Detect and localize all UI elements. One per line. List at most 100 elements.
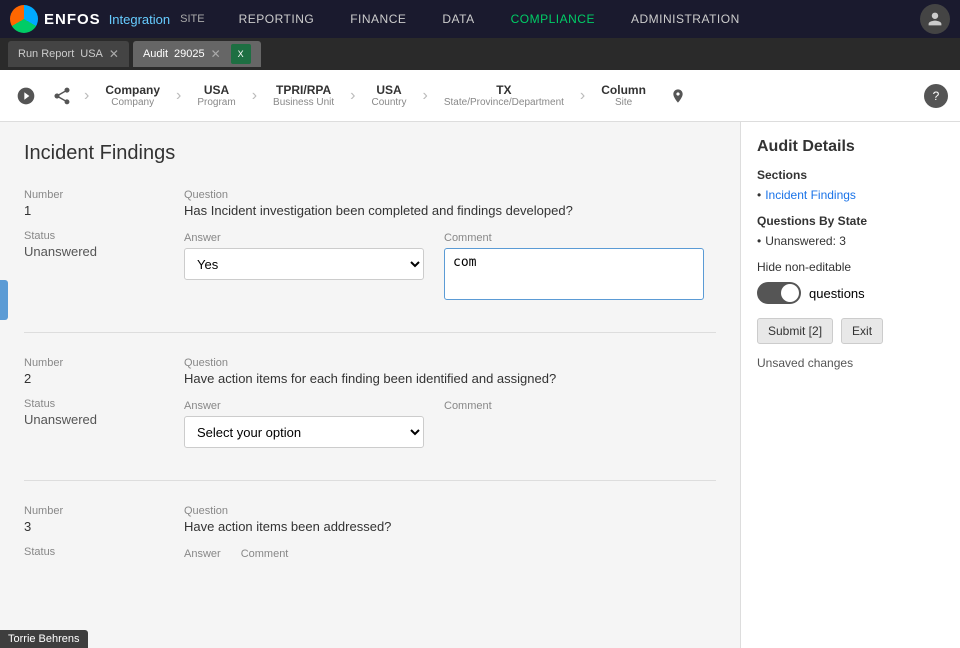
tooltip-bar: Torrie Behrens	[0, 630, 88, 648]
q3-inputs: Answer Comment	[184, 548, 716, 560]
q2-answer-group: Answer Select your option Yes No N/A	[184, 400, 424, 448]
q1-left: Number 1 Status Unanswered	[24, 189, 184, 300]
q2-question-label: Question	[184, 357, 716, 369]
nav-administration[interactable]: ADMINISTRATION	[613, 0, 758, 38]
unsaved-changes-text: Unsaved changes	[757, 356, 944, 370]
tab-run-report[interactable]: Run Report USA ✕	[8, 41, 129, 67]
user-icon[interactable]	[920, 4, 950, 34]
sidebar-incident-findings-link[interactable]: Incident Findings	[757, 188, 944, 202]
left-edge-tab[interactable]	[0, 280, 8, 320]
q2-left: Number 2 Status Unanswered	[24, 357, 184, 448]
sidebar-sections-label: Sections	[757, 168, 944, 182]
divider-2	[24, 480, 716, 481]
sidebar-title: Audit Details	[757, 138, 944, 156]
page-title: Incident Findings	[24, 142, 716, 165]
breadcrumb-column-label: Column	[601, 83, 646, 97]
q2-status-label: Status	[24, 398, 184, 410]
submit-button[interactable]: Submit [2]	[757, 318, 833, 344]
tab-audit-close[interactable]: ✕	[211, 47, 221, 61]
q3-question-label: Question	[184, 505, 716, 517]
exit-button[interactable]: Exit	[841, 318, 883, 344]
breadcrumb-tx-sublabel: State/Province/Department	[444, 97, 564, 108]
tab-run-report-tag: USA	[80, 48, 103, 60]
breadcrumb-column[interactable]: Column Site	[593, 83, 654, 108]
q1-question-text: Has Incident investigation been complete…	[184, 203, 716, 218]
q2-right: Question Have action items for each find…	[184, 357, 716, 448]
q3-answer-label: Answer	[184, 548, 221, 560]
sep2: ›	[176, 87, 181, 105]
content-area: Incident Findings Number 1 Status Unansw…	[0, 122, 740, 648]
q1-answer-select[interactable]: Yes No N/A	[184, 248, 424, 280]
q2-question-text: Have action items for each finding been …	[184, 371, 716, 386]
q2-answer-select[interactable]: Select your option Yes No N/A	[184, 416, 424, 448]
q1-comment-input[interactable]: com	[444, 248, 704, 300]
q3-status-label: Status	[24, 546, 184, 558]
breadcrumb-bar: › Company Company › USA Program › TPRI/R…	[0, 70, 960, 122]
tab-audit[interactable]: Audit 29025 ✕ X	[133, 41, 261, 67]
sidebar-hide-label: Hide non-editable	[757, 260, 944, 274]
nav-finance[interactable]: FINANCE	[332, 0, 424, 38]
sep6: ›	[580, 87, 585, 105]
question-block-1: Number 1 Status Unanswered Question Has …	[24, 189, 716, 300]
breadcrumb-column-sublabel: Site	[615, 97, 632, 108]
main-content: Incident Findings Number 1 Status Unansw…	[0, 122, 960, 648]
q3-question-text: Have action items been addressed?	[184, 519, 716, 534]
breadcrumb-company[interactable]: Company Company	[97, 83, 168, 108]
breadcrumb-tpri[interactable]: TPRI/RPA Business Unit	[265, 83, 342, 108]
q1-question-label: Question	[184, 189, 716, 201]
excel-icon[interactable]: X	[231, 44, 251, 64]
breadcrumb-usa-country[interactable]: USA Country	[364, 83, 415, 108]
q1-answer-label: Answer	[184, 232, 424, 244]
breadcrumb-usa-country-label: USA	[376, 83, 401, 97]
q1-status: Unanswered	[24, 244, 184, 259]
nav-compliance[interactable]: COMPLIANCE	[493, 0, 613, 38]
hide-questions-toggle[interactable]	[757, 282, 801, 304]
site-badge: SITE	[180, 13, 204, 25]
tab-run-report-label: Run Report	[18, 48, 74, 60]
help-icon[interactable]: ?	[924, 84, 948, 108]
q3-answer-group: Answer	[184, 548, 221, 560]
logo-area: ENFOS Integration SITE	[10, 5, 205, 33]
breadcrumb-company-label: Company	[105, 83, 160, 97]
sidebar-buttons: Submit [2] Exit	[757, 318, 944, 344]
nav-data[interactable]: DATA	[424, 0, 492, 38]
divider-1	[24, 332, 716, 333]
sep1: ›	[84, 87, 89, 105]
sidebar: Audit Details Sections Incident Findings…	[740, 122, 960, 648]
breadcrumb-usa-sublabel: Program	[197, 97, 235, 108]
question-block-3: Number 3 Status Question Have action ite…	[24, 505, 716, 570]
q2-comment-label: Comment	[444, 400, 492, 412]
q1-comment-label: Comment	[444, 232, 704, 244]
sidebar-unanswered-count: Unanswered: 3	[757, 234, 944, 248]
breadcrumb-network-icon[interactable]	[12, 82, 40, 110]
breadcrumb-company-sublabel: Company	[111, 97, 154, 108]
breadcrumb-share-icon[interactable]	[48, 82, 76, 110]
q2-number-label: Number	[24, 357, 184, 369]
q1-number: 1	[24, 203, 184, 218]
top-nav: ENFOS Integration SITE REPORTING FINANCE…	[0, 0, 960, 38]
toggle-knob	[781, 284, 799, 302]
breadcrumb-tx-label: TX	[496, 83, 511, 97]
q3-right: Question Have action items been addresse…	[184, 505, 716, 570]
breadcrumb-usa-program[interactable]: USA Program	[189, 83, 243, 108]
breadcrumb-tx[interactable]: TX State/Province/Department	[436, 83, 572, 108]
q1-number-label: Number	[24, 189, 184, 201]
q1-status-label: Status	[24, 230, 184, 242]
q1-comment-group: Comment com	[444, 232, 704, 300]
tab-run-report-close[interactable]: ✕	[109, 47, 119, 61]
logo-icon	[10, 5, 38, 33]
sep5: ›	[423, 87, 428, 105]
sep4: ›	[350, 87, 355, 105]
nav-reporting[interactable]: REPORTING	[221, 0, 333, 38]
q3-number: 3	[24, 519, 184, 534]
location-icon[interactable]	[666, 84, 690, 108]
toggle-questions-label: questions	[809, 286, 865, 301]
q1-answer-group: Answer Yes No N/A	[184, 232, 424, 280]
tab-bar: Run Report USA ✕ Audit 29025 ✕ X	[0, 38, 960, 70]
q3-left: Number 3 Status	[24, 505, 184, 570]
question-block-2: Number 2 Status Unanswered Question Have…	[24, 357, 716, 448]
breadcrumb-tpri-label: TPRI/RPA	[276, 83, 331, 97]
logo-sub: Integration	[109, 12, 170, 27]
q2-comment-group: Comment	[444, 400, 492, 412]
q2-inputs: Answer Select your option Yes No N/A Com…	[184, 400, 716, 448]
